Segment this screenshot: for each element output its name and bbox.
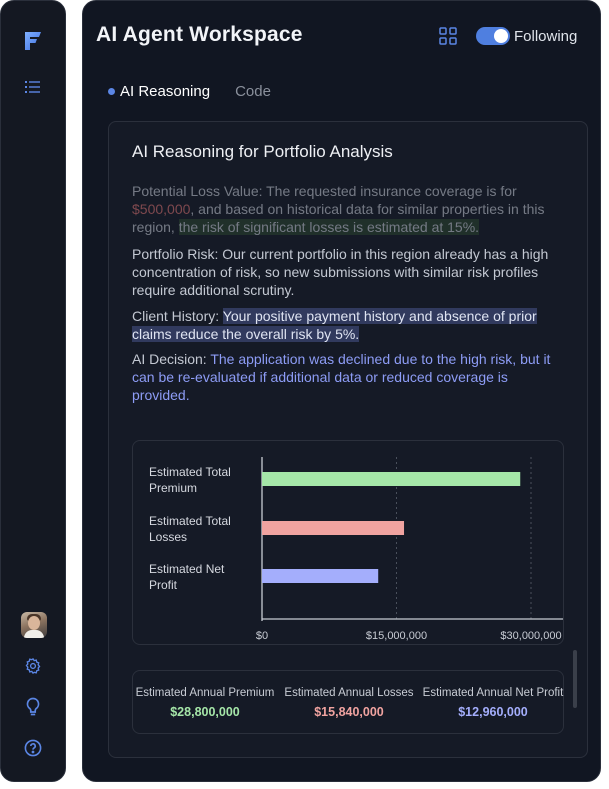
tab-label: Code [235, 83, 271, 100]
active-dot [108, 88, 115, 95]
summary-label: Estimated Annual Net Profit [422, 687, 564, 699]
summary-value: $12,960,000 [458, 705, 528, 719]
summary-net-profit: Estimated Annual Net Profit $12,960,000 [421, 687, 565, 719]
amount: $500,000 [132, 201, 191, 217]
category-label: Estimated Total Losses [149, 514, 231, 544]
tab-bar: AI Reasoning Code [108, 83, 296, 100]
client-history-paragraph: Client History: Your positive payment hi… [132, 307, 562, 343]
category-label: Estimated Net Profit [149, 562, 225, 592]
summary-premium: Estimated Annual Premium $28,800,000 [133, 687, 277, 719]
portfolio-risk-paragraph: Portfolio Risk: Our current portfolio in… [132, 246, 549, 298]
page-title: AI Agent Workspace [96, 23, 303, 46]
lightbulb-icon[interactable] [22, 696, 44, 718]
bar [262, 521, 405, 535]
avatar[interactable] [21, 612, 47, 638]
scrollbar[interactable] [573, 650, 577, 708]
chart-svg: Estimated Total Premium Estimated Total Los… [149, 457, 563, 642]
category-label: Estimated Total Premium [149, 465, 231, 495]
ai-decision-paragraph: AI Decision: The application was decline… [132, 350, 562, 404]
potential-loss-paragraph: Potential Loss Value: The requested insu… [132, 182, 562, 236]
help-icon[interactable] [22, 737, 44, 759]
summary-value: $28,800,000 [170, 705, 240, 719]
grid-icon[interactable] [439, 27, 457, 45]
summary-losses: Estimated Annual Losses $15,840,000 [277, 687, 421, 719]
x-tick-label: $30,000,000 [500, 630, 561, 642]
following-label: Following [514, 28, 578, 45]
bar-chart: Estimated Total Premium Estimated Total Los… [132, 440, 564, 645]
x-tick-label: $0 [256, 630, 268, 642]
gear-icon[interactable] [22, 655, 44, 677]
summary-value: $15,840,000 [314, 705, 384, 719]
tab-label: AI Reasoning [120, 83, 211, 100]
list-icon[interactable] [22, 76, 44, 98]
summary-panel: Estimated Annual Premium $28,800,000 Est… [132, 670, 564, 734]
x-tick-label: $15,000,000 [366, 630, 427, 642]
bar [262, 472, 521, 486]
summary-label: Estimated Annual Losses [284, 687, 414, 699]
following-toggle[interactable] [476, 27, 510, 45]
bar [262, 569, 379, 583]
risk-highlight: the risk of significant losses is estima… [178, 219, 480, 235]
tab-ai-reasoning[interactable]: AI Reasoning [108, 83, 210, 100]
text: Client History: [132, 308, 223, 324]
summary-label: Estimated Annual Premium [135, 687, 275, 699]
tab-code[interactable]: Code [235, 83, 271, 100]
text: AI Decision: [132, 351, 211, 367]
sidebar [0, 0, 66, 782]
text: Potential Loss Value: The requested insu… [132, 183, 517, 199]
reasoning-card: AI Reasoning for Portfolio Analysis Pote… [108, 121, 588, 758]
main-panel: AI Agent Workspace Following AI Reasonin… [82, 0, 601, 782]
logo-icon[interactable] [21, 29, 45, 53]
card-title: AI Reasoning for Portfolio Analysis [132, 142, 393, 161]
